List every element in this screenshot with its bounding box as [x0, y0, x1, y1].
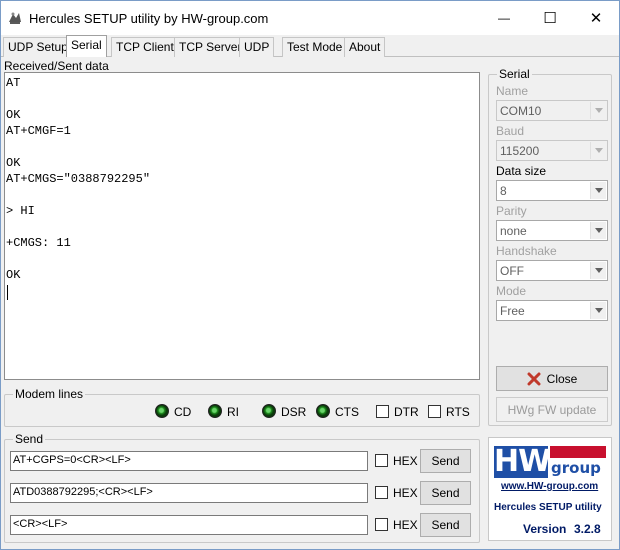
parity-select[interactable]: none [496, 220, 608, 241]
chevron-down-icon [594, 268, 603, 273]
send-button-1[interactable]: Send [420, 449, 471, 473]
tab-tcp-server[interactable]: TCP Server [174, 37, 247, 57]
cd-label: CD [174, 405, 192, 419]
maximize-button[interactable]: ☐ [527, 1, 573, 35]
received-line: AT+CMGS="0388792295" [6, 172, 151, 186]
modem-lines-title: Modem lines [13, 387, 86, 401]
dsr-label: DSR [281, 405, 307, 419]
received-line: > HI [6, 204, 35, 218]
name-select[interactable]: COM10 [496, 100, 608, 121]
hwg-fw-update-button[interactable]: HWg FW update [496, 397, 608, 422]
baud-label: Baud [496, 124, 525, 138]
mode-select-value: Free [500, 304, 525, 318]
group-logo-text: group [551, 459, 601, 477]
handshake-select-value: OFF [500, 264, 524, 278]
hex-checkbox-3[interactable] [375, 518, 388, 531]
dsr-led-icon [262, 404, 276, 418]
hercules-app-icon [9, 12, 21, 24]
rts-checkbox[interactable] [428, 405, 441, 418]
send-input-2[interactable]: ATD0388792295;<CR><LF> [10, 483, 368, 503]
hex-checkbox-1[interactable] [375, 454, 388, 467]
send-group: Send AT+CGPS=0<CR><LF> HEX Send ATD03887… [4, 432, 480, 543]
name-select-value: COM10 [500, 104, 542, 118]
logo-url: www.HW-group.com [501, 481, 599, 492]
send-button-2[interactable]: Send [420, 481, 471, 505]
received-line: AT [6, 76, 21, 90]
app-window: Hercules SETUP utility by HW-group.com —… [0, 0, 620, 550]
close-icon: ✕ [589, 10, 603, 27]
mode-select[interactable]: Free [496, 300, 608, 321]
ri-label: RI [227, 405, 239, 419]
received-data-label: Received/Sent data [4, 59, 109, 73]
received-line: OK [6, 156, 21, 170]
received-line: +CMGS: 11 [6, 236, 71, 250]
data-size-label: Data size [496, 164, 547, 178]
tab-udp-setup[interactable]: UDP Setup [3, 37, 73, 57]
minimize-icon: — [498, 11, 510, 25]
tab-serial[interactable]: Serial [66, 35, 107, 57]
tab-about[interactable]: About [344, 37, 386, 57]
tab-test-mode[interactable]: Test Mode [282, 37, 348, 57]
mode-label: Mode [496, 284, 527, 298]
received-line: AT+CMGF=1 [6, 124, 71, 138]
minimize-button[interactable]: — [481, 1, 527, 35]
logo-red-bar [550, 446, 606, 458]
send-group-title: Send [13, 432, 46, 446]
hw-group-logo-mark: HW group [494, 446, 606, 478]
handshake-select[interactable]: OFF [496, 260, 608, 281]
modem-lines-group: Modem lines CD RI DSR CTS DTR RTS [4, 387, 480, 427]
received-line: OK [6, 268, 21, 282]
data-size-select[interactable]: 8 [496, 180, 608, 201]
close-window-button[interactable]: ✕ [573, 1, 619, 35]
hw-group-logo[interactable]: HW group www.HW-group.com Hercules SETUP… [488, 437, 612, 541]
baud-select-value: 115200 [500, 144, 540, 158]
cts-label: CTS [335, 405, 359, 419]
chevron-down-icon [594, 148, 603, 153]
parity-label: Parity [496, 204, 527, 218]
version-number: 3.2.8 [574, 522, 601, 536]
tab-udp[interactable]: UDP [239, 37, 275, 57]
send-button-3[interactable]: Send [420, 513, 471, 537]
close-port-label: Close [546, 371, 578, 386]
serial-group-title: Serial [497, 67, 532, 81]
received-data-textarea[interactable]: AT OK AT+CMGF=1 OK AT+CMGS="0388792295" … [4, 72, 480, 380]
chevron-down-icon [594, 108, 603, 113]
close-x-icon [527, 372, 541, 385]
chevron-down-icon [594, 228, 603, 233]
tab-bar: UDP Setup Serial TCP Client TCP Server U… [1, 35, 619, 57]
data-size-select-value: 8 [500, 184, 507, 198]
chevron-down-icon [594, 188, 603, 193]
tab-tcp-client[interactable]: TCP Client [111, 37, 179, 57]
hwg-fw-update-label: HWg FW update [507, 402, 597, 417]
window-title: Hercules SETUP utility by HW-group.com [29, 11, 269, 26]
hex-label-3: HEX [393, 518, 418, 532]
hex-label-2: HEX [393, 486, 418, 500]
received-line: OK [6, 108, 21, 122]
maximize-icon: ☐ [543, 10, 557, 27]
rts-label: RTS [446, 405, 470, 419]
hex-checkbox-2[interactable] [375, 486, 388, 499]
send-input-3[interactable]: <CR><LF> [10, 515, 368, 535]
cts-led-icon [316, 404, 330, 418]
ri-led-icon [208, 404, 222, 418]
parity-select-value: none [500, 224, 527, 238]
chevron-down-icon [594, 308, 603, 313]
text-caret [7, 285, 8, 300]
name-label: Name [496, 84, 529, 98]
send-input-1[interactable]: AT+CGPS=0<CR><LF> [10, 451, 368, 471]
close-port-button[interactable]: Close [496, 366, 608, 391]
version-label: Version [523, 522, 567, 536]
title-bar[interactable]: Hercules SETUP utility by HW-group.com —… [1, 1, 619, 35]
dtr-checkbox[interactable] [376, 405, 389, 418]
hex-label-1: HEX [393, 454, 418, 468]
dtr-label: DTR [394, 405, 419, 419]
baud-select[interactable]: 115200 [496, 140, 608, 161]
handshake-label: Handshake [496, 244, 557, 258]
hw-logo-letters: HW [494, 444, 551, 479]
logo-product-name: Hercules SETUP utility [494, 502, 602, 513]
cd-led-icon [155, 404, 169, 418]
serial-group: Serial Name COM10 Baud 115200 Data size … [488, 67, 612, 426]
